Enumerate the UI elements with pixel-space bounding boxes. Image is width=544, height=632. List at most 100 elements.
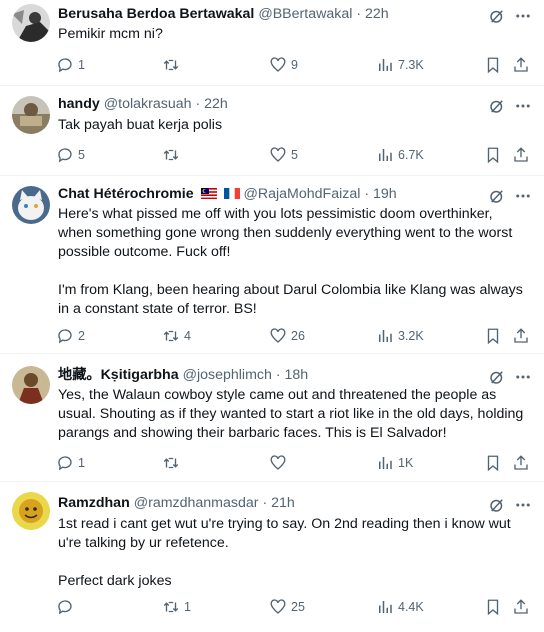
- more-options-icon[interactable]: [514, 496, 532, 514]
- repost-button[interactable]: [162, 55, 184, 75]
- bookmark-icon[interactable]: [484, 327, 502, 345]
- malaysia-flag-icon: [200, 188, 217, 199]
- tweet-text: Pemikir mcm ni?: [58, 26, 163, 42]
- timestamp[interactable]: 22h: [204, 96, 228, 112]
- repost-button[interactable]: [162, 453, 184, 473]
- like-button[interactable]: [269, 453, 291, 473]
- action-bar: 1 25 4.4K: [56, 597, 534, 617]
- more-options-icon[interactable]: [514, 187, 532, 205]
- view-count: 7.3K: [398, 58, 424, 72]
- tweet-text: Yes, the Walaun cowboy style came out an…: [58, 387, 528, 441]
- more-options-icon[interactable]: [514, 7, 532, 25]
- share-icon[interactable]: [512, 327, 530, 345]
- bookmark-icon[interactable]: [484, 454, 502, 472]
- reply-count: 1: [78, 58, 85, 72]
- views-icon: [379, 457, 392, 469]
- user-handle[interactable]: @RajaMohdFaizal: [243, 186, 360, 202]
- share-icon[interactable]: [512, 598, 530, 616]
- share-icon[interactable]: [512, 56, 530, 74]
- separator-dot: ·: [262, 495, 268, 511]
- view-count: 3.2K: [398, 329, 424, 343]
- avatar[interactable]: [12, 4, 50, 42]
- action-bar: 5 5 6.7K: [56, 145, 534, 165]
- reply-count: 5: [78, 148, 85, 162]
- timestamp[interactable]: 18h: [285, 367, 309, 383]
- display-name[interactable]: 地藏。Kṣitigarbha: [58, 367, 179, 383]
- timestamp[interactable]: 22h: [365, 6, 389, 22]
- action-bar: 1 9 7.3K: [56, 55, 534, 75]
- tweet[interactable]: Berusaha Berdoa Bertawakal @BBertawakal …: [0, 0, 544, 86]
- like-button[interactable]: 9: [269, 55, 298, 75]
- tweet[interactable]: handy @tolakrasuah · 22h Tak payah buat …: [0, 86, 544, 176]
- repost-button[interactable]: [162, 145, 184, 165]
- more-options-icon[interactable]: [514, 97, 532, 115]
- reply-button[interactable]: 1: [56, 453, 85, 473]
- reply-icon: [58, 456, 72, 471]
- views-icon: [379, 330, 392, 342]
- repost-count: 1: [184, 600, 191, 614]
- views-icon: [379, 59, 392, 71]
- views-button[interactable]: 1K: [376, 453, 413, 473]
- tweet-text: Tak payah buat kerja polis: [58, 117, 223, 133]
- user-handle[interactable]: @josephlimch: [183, 367, 272, 383]
- tweet-header: Chat Hétérochromie @RajaMohdFaizal · 19h: [58, 184, 474, 204]
- avatar[interactable]: [12, 186, 50, 224]
- grok-icon[interactable]: [488, 496, 506, 514]
- reply-button[interactable]: 2: [56, 326, 85, 346]
- tweet-header: Berusaha Berdoa Bertawakal @BBertawakal …: [58, 4, 474, 24]
- bookmark-icon[interactable]: [484, 598, 502, 616]
- views-button[interactable]: 3.2K: [376, 326, 424, 346]
- user-handle[interactable]: @ramzdhanmasdar: [134, 495, 259, 511]
- bookmark-icon[interactable]: [484, 146, 502, 164]
- reply-icon: [58, 329, 72, 344]
- views-button[interactable]: 6.7K: [376, 145, 424, 165]
- heart-icon: [270, 455, 286, 470]
- more-options-icon[interactable]: [514, 368, 532, 386]
- like-button[interactable]: 26: [269, 326, 305, 346]
- reply-button[interactable]: 5: [56, 145, 85, 165]
- repost-icon: [163, 457, 179, 469]
- display-name[interactable]: Berusaha Berdoa Bertawakal: [58, 6, 254, 22]
- reply-count: 2: [78, 329, 85, 343]
- tweet[interactable]: Ramzdhan @ramzdhanmasdar · 21h 1st read …: [0, 482, 544, 632]
- share-icon[interactable]: [512, 146, 530, 164]
- repost-button[interactable]: 4: [162, 326, 191, 346]
- view-count: 6.7K: [398, 148, 424, 162]
- grok-icon[interactable]: [488, 97, 506, 115]
- repost-button[interactable]: 1: [162, 597, 191, 617]
- share-icon[interactable]: [512, 454, 530, 472]
- like-button[interactable]: 5: [269, 145, 298, 165]
- user-handle[interactable]: @tolakrasuah: [104, 96, 192, 112]
- grok-icon[interactable]: [488, 187, 506, 205]
- reply-button[interactable]: [56, 597, 78, 617]
- reply-button[interactable]: 1: [56, 55, 85, 75]
- timestamp[interactable]: 21h: [271, 495, 295, 511]
- like-button[interactable]: 25: [269, 597, 305, 617]
- tweet[interactable]: Chat Hétérochromie @RajaMohdFaizal · 19h…: [0, 176, 544, 354]
- avatar[interactable]: [12, 366, 50, 404]
- france-flag-icon: [223, 188, 240, 199]
- display-name[interactable]: Chat Hétérochromie: [58, 186, 194, 202]
- heart-icon: [270, 147, 286, 162]
- tweet[interactable]: 地藏。Kṣitigarbha @josephlimch · 18h Yes, t…: [0, 354, 544, 482]
- display-name[interactable]: handy: [58, 96, 100, 112]
- reply-icon: [58, 58, 72, 73]
- repost-icon: [163, 330, 179, 342]
- action-bar: 2 4 26 3.2K: [56, 326, 534, 346]
- views-button[interactable]: 7.3K: [376, 55, 424, 75]
- avatar[interactable]: [12, 492, 50, 530]
- bookmark-icon[interactable]: [484, 56, 502, 74]
- like-count: 5: [291, 148, 298, 162]
- avatar[interactable]: [12, 96, 50, 134]
- tweet-header: 地藏。Kṣitigarbha @josephlimch · 18h: [58, 365, 474, 385]
- display-name[interactable]: Ramzdhan: [58, 495, 130, 511]
- timestamp[interactable]: 19h: [373, 186, 397, 202]
- repost-icon: [163, 59, 179, 71]
- repost-count: 4: [184, 329, 191, 343]
- view-count: 4.4K: [398, 600, 424, 614]
- grok-icon[interactable]: [488, 7, 506, 25]
- user-handle[interactable]: @BBertawakal: [258, 6, 352, 22]
- heart-icon: [270, 599, 286, 614]
- views-button[interactable]: 4.4K: [376, 597, 424, 617]
- grok-icon[interactable]: [488, 368, 506, 386]
